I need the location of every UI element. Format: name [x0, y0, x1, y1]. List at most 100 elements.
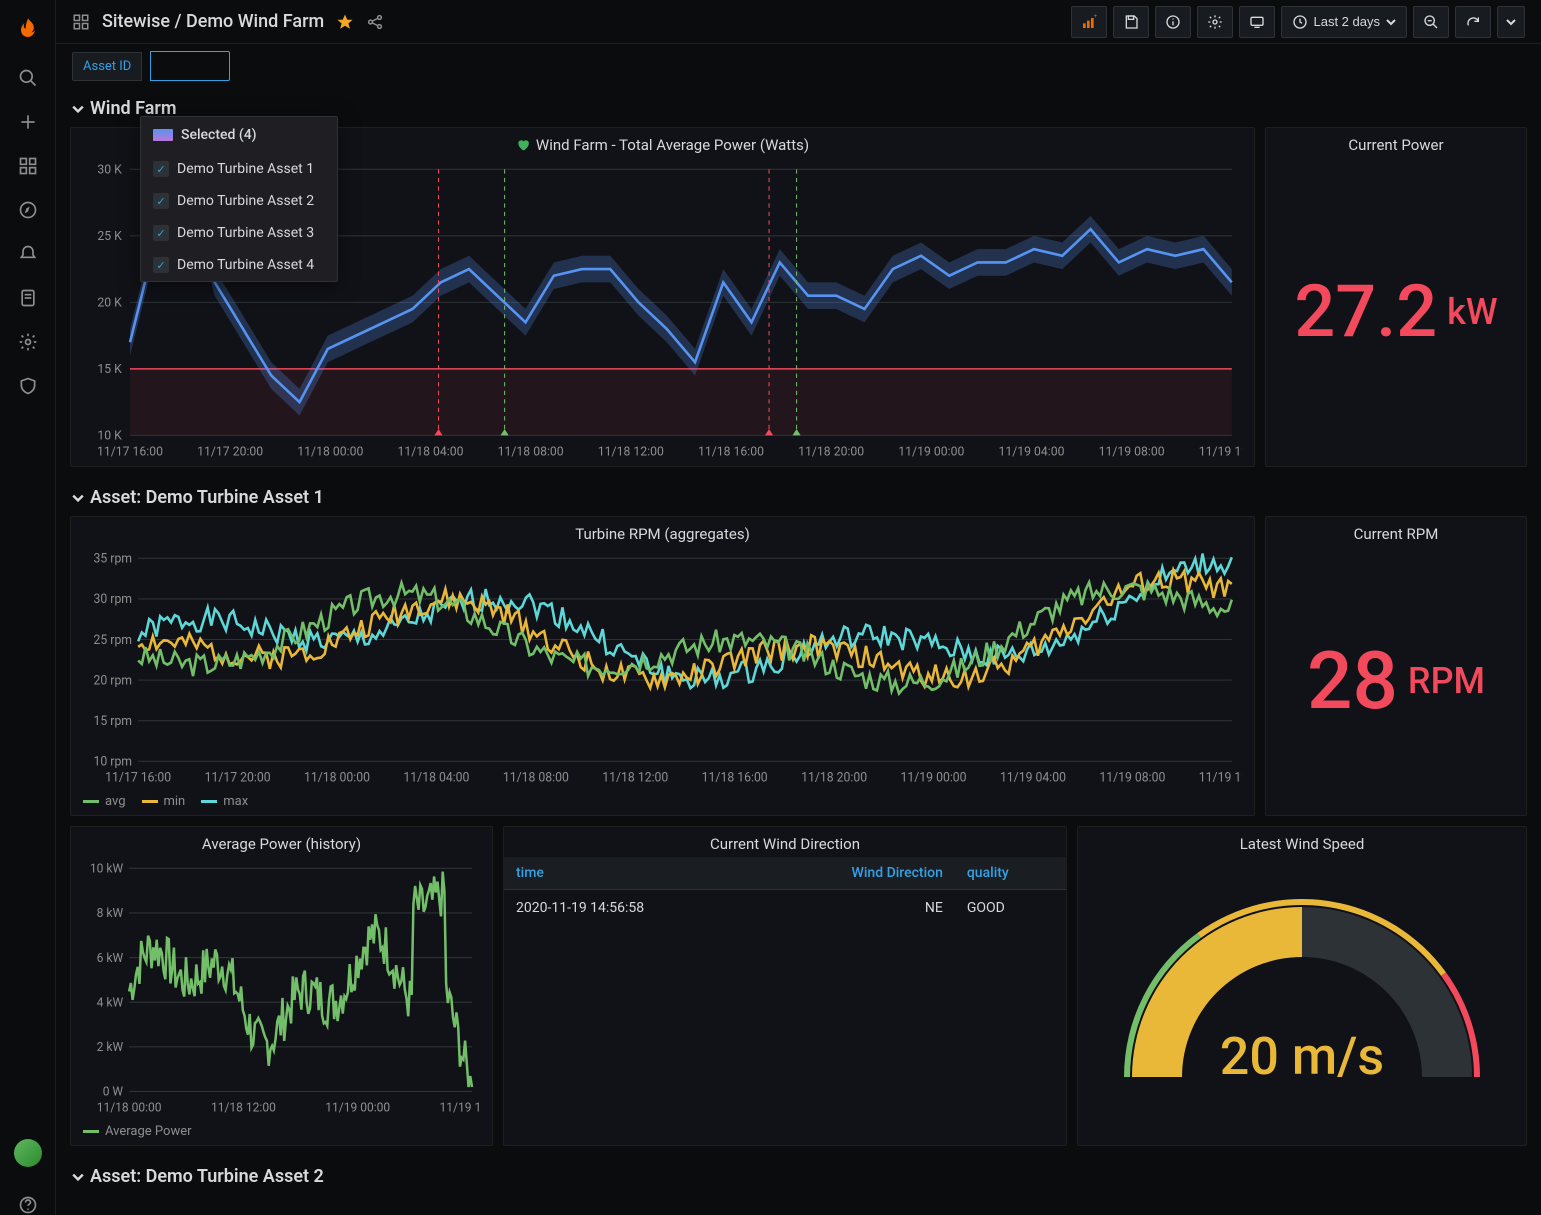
dashboards-icon[interactable] — [18, 156, 38, 176]
info-button[interactable] — [1155, 6, 1191, 38]
table-header[interactable]: Wind Direction — [760, 857, 954, 890]
svg-text:11/19 12:00: 11/19 12:00 — [1199, 444, 1242, 459]
panel-avg-power-history[interactable]: Average Power (history) 0 W2 kW4 kW6 kW8… — [70, 826, 493, 1146]
chevron-down-icon — [72, 492, 84, 504]
svg-text:11/19 08:00: 11/19 08:00 — [1099, 770, 1165, 785]
heart-icon — [516, 138, 530, 152]
dropdown-item[interactable]: ✓Demo Turbine Asset 3 — [141, 217, 337, 249]
settings-button[interactable] — [1197, 6, 1233, 38]
svg-text:4 kW: 4 kW — [97, 996, 123, 1010]
table-header[interactable]: time — [504, 857, 760, 890]
svg-text:6 kW: 6 kW — [97, 952, 123, 966]
svg-text:11/18 04:00: 11/18 04:00 — [403, 770, 469, 785]
svg-text:11/18 04:00: 11/18 04:00 — [397, 444, 463, 459]
panel-current-power[interactable]: Current Power 27.2 kW — [1265, 127, 1527, 467]
chevron-down-icon — [1386, 17, 1396, 27]
selected-indicator-icon — [153, 129, 173, 141]
search-icon[interactable] — [18, 68, 38, 88]
svg-text:11/19 08:00: 11/19 08:00 — [1099, 444, 1165, 459]
grafana-logo — [14, 16, 42, 44]
svg-text:10 kW: 10 kW — [90, 863, 123, 877]
svg-text:11/18 12:00: 11/18 12:00 — [602, 770, 668, 785]
alerting-icon[interactable] — [18, 244, 38, 264]
svg-text:11/19 12:00: 11/19 12:00 — [1199, 770, 1242, 785]
explore-icon[interactable] — [18, 200, 38, 220]
plus-icon[interactable] — [18, 112, 38, 132]
table-cell: 2020-11-19 14:56:58 — [504, 890, 760, 927]
checkbox-checked-icon: ✓ — [153, 225, 169, 241]
wind-direction-table: time Wind Direction quality 2020-11-19 1… — [504, 857, 1066, 926]
add-panel-button[interactable]: + — [1071, 6, 1107, 38]
variable-label: Asset ID — [72, 52, 142, 81]
panel-rpm[interactable]: Turbine RPM (aggregates) 10 rpm15 rpm20 … — [70, 516, 1255, 816]
chart-rpm: 10 rpm15 rpm20 rpm25 rpm30 rpm35 rpm11/1… — [79, 553, 1242, 788]
svg-text:11/18 00:00: 11/18 00:00 — [297, 444, 363, 459]
svg-text:11/18 16:00: 11/18 16:00 — [698, 444, 764, 459]
tv-mode-button[interactable] — [1239, 6, 1275, 38]
avatar[interactable] — [14, 1139, 42, 1167]
gear-icon[interactable] — [18, 332, 38, 352]
topbar: Sitewise / Demo Wind Farm + Last 2 days — [56, 0, 1541, 44]
stat-unit: RPM — [1408, 660, 1485, 702]
svg-text:+: + — [1093, 14, 1096, 20]
stat-value: 27.2 — [1294, 276, 1437, 348]
save-button[interactable] — [1113, 6, 1149, 38]
svg-text:11/19 04:00: 11/19 04:00 — [998, 444, 1064, 459]
zoom-out-button[interactable] — [1413, 6, 1449, 38]
svg-text:10 rpm: 10 rpm — [94, 754, 133, 769]
variable-dropdown[interactable]: Selected (4) ✓Demo Turbine Asset 1 ✓Demo… — [140, 116, 338, 282]
chevron-down-icon — [1506, 17, 1516, 27]
shield-icon[interactable] — [18, 376, 38, 396]
dashboard-grid-icon — [72, 13, 90, 31]
gauge-value: 20 m/s — [1112, 1026, 1492, 1087]
variable-bar: Asset ID — [56, 44, 1541, 88]
help-icon[interactable] — [18, 1195, 38, 1215]
dropdown-item[interactable]: ✓Demo Turbine Asset 4 — [141, 249, 337, 281]
svg-text:11/17 16:00: 11/17 16:00 — [105, 770, 171, 785]
chart-avg-power: 0 W2 kW4 kW6 kW8 kW10 kW11/18 00:0011/18… — [79, 863, 480, 1118]
panel-title-text: Current Power — [1348, 136, 1443, 154]
svg-text:15 K: 15 K — [97, 362, 122, 377]
table-cell: NE — [760, 890, 954, 927]
refresh-button[interactable] — [1455, 6, 1491, 38]
dropdown-item[interactable]: ✓Demo Turbine Asset 1 — [141, 153, 337, 185]
panel-current-rpm[interactable]: Current RPM 28 RPM — [1265, 516, 1527, 816]
svg-text:20 K: 20 K — [97, 295, 122, 310]
share-icon[interactable] — [366, 13, 384, 31]
svg-text:11/18 08:00: 11/18 08:00 — [498, 444, 564, 459]
panel-title-text: Average Power (history) — [202, 835, 361, 853]
row-title-text: Asset: Demo Turbine Asset 1 — [90, 487, 324, 508]
sidebar — [0, 0, 56, 1215]
dropdown-header: Selected (4) — [141, 117, 337, 153]
chevron-down-icon — [72, 1171, 84, 1183]
chevron-down-icon — [72, 103, 84, 115]
variable-input[interactable] — [150, 51, 230, 81]
panel-wind-direction[interactable]: Current Wind Direction time Wind Directi… — [503, 826, 1067, 1146]
svg-text:11/18 08:00: 11/18 08:00 — [503, 770, 569, 785]
svg-text:35 rpm: 35 rpm — [94, 553, 133, 567]
row-header-asset-2[interactable]: Asset: Demo Turbine Asset 2 — [70, 1156, 1527, 1195]
time-range-label: Last 2 days — [1314, 14, 1381, 29]
time-range-button[interactable]: Last 2 days — [1281, 6, 1408, 38]
panel-title-text: Turbine RPM (aggregates) — [575, 525, 750, 543]
svg-text:30 rpm: 30 rpm — [94, 592, 133, 607]
table-cell: GOOD — [955, 890, 1066, 927]
document-icon[interactable] — [18, 288, 38, 308]
svg-text:11/19 04:00: 11/19 04:00 — [1000, 770, 1066, 785]
dropdown-item[interactable]: ✓Demo Turbine Asset 2 — [141, 185, 337, 217]
table-header[interactable]: quality — [955, 857, 1066, 890]
svg-text:11/19 00:00: 11/19 00:00 — [325, 1101, 390, 1115]
clock-icon — [1292, 14, 1308, 30]
svg-text:0 W: 0 W — [103, 1085, 123, 1099]
row-header-asset-1[interactable]: Asset: Demo Turbine Asset 1 — [70, 477, 1527, 516]
svg-text:25 K: 25 K — [97, 229, 122, 244]
star-icon[interactable] — [336, 13, 354, 31]
svg-text:11/19 00:00: 11/19 00:00 — [901, 770, 967, 785]
svg-text:11/18 20:00: 11/18 20:00 — [798, 444, 864, 459]
refresh-interval-button[interactable] — [1497, 6, 1525, 38]
svg-text:11/18 00:00: 11/18 00:00 — [304, 770, 370, 785]
dashboard-title[interactable]: Sitewise / Demo Wind Farm — [102, 11, 324, 32]
svg-text:11/19 12:00: 11/19 12:00 — [440, 1101, 480, 1115]
svg-text:30 K: 30 K — [97, 164, 122, 178]
panel-wind-speed[interactable]: Latest Wind Speed 20 m/s — [1077, 826, 1527, 1146]
